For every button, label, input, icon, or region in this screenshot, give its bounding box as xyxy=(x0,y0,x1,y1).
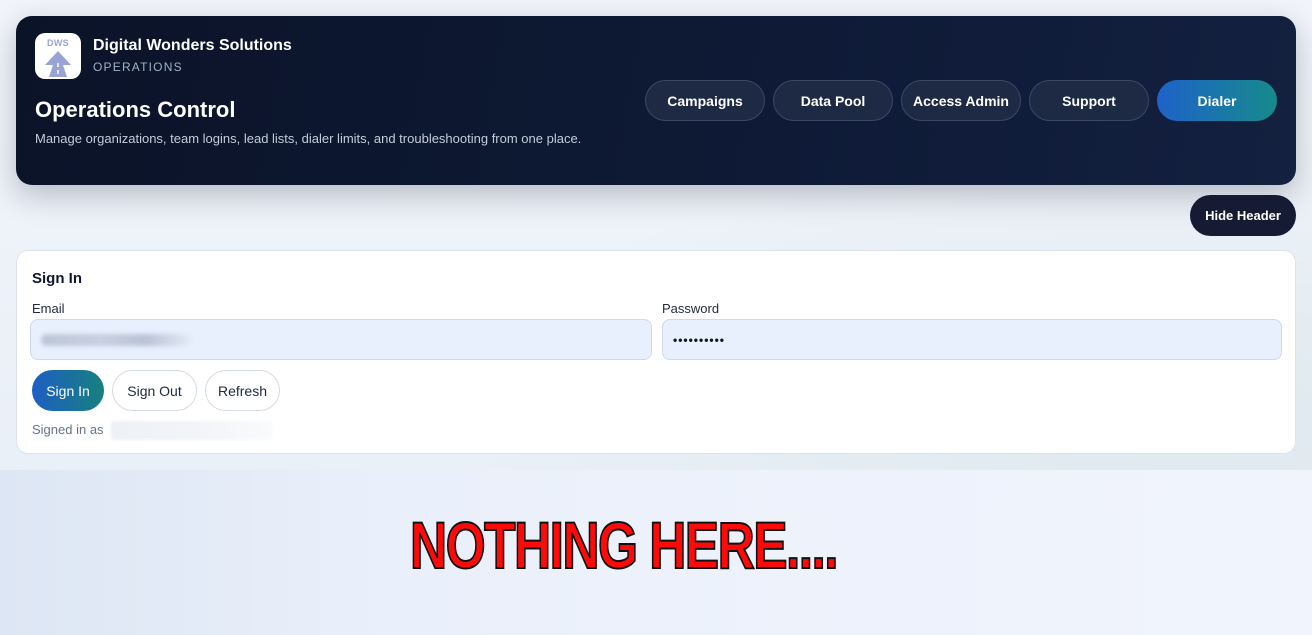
app-header: DWS Digital Wonders Solutions OPERATIONS… xyxy=(16,16,1296,185)
nav-campaigns-button[interactable]: Campaigns xyxy=(645,80,765,121)
nav-data-pool-button[interactable]: Data Pool xyxy=(773,80,893,121)
signed-in-status: Signed in as xyxy=(32,422,104,437)
page-description: Manage organizations, team logins, lead … xyxy=(35,131,582,146)
email-label: Email xyxy=(32,301,65,316)
email-field[interactable] xyxy=(30,319,652,360)
brand-subtitle: OPERATIONS xyxy=(93,60,183,74)
password-label: Password xyxy=(662,301,720,316)
redacted-user-value xyxy=(111,421,273,440)
sign-out-button[interactable]: Sign Out xyxy=(112,370,197,411)
sign-in-card: Sign In Email Password •••••••••• Sign I… xyxy=(16,250,1296,454)
password-value: •••••••••• xyxy=(673,332,726,347)
sign-in-button[interactable]: Sign In xyxy=(32,370,104,411)
brand-logo: DWS xyxy=(35,33,81,79)
redacted-email-value xyxy=(41,333,191,346)
hide-header-button[interactable]: Hide Header xyxy=(1190,195,1296,236)
brand-name: Digital Wonders Solutions xyxy=(93,37,292,54)
password-field[interactable]: •••••••••• xyxy=(662,319,1282,360)
sign-in-title: Sign In xyxy=(32,270,82,287)
logo-text: DWS xyxy=(47,38,69,48)
refresh-button[interactable]: Refresh xyxy=(205,370,280,411)
nav-access-admin-button[interactable]: Access Admin xyxy=(901,80,1021,121)
nav-dialer-button[interactable]: Dialer xyxy=(1157,80,1277,121)
road-arrow-icon xyxy=(45,51,71,77)
nothing-here-banner: NOTHING HERE.... xyxy=(409,508,839,582)
page-title: Operations Control xyxy=(35,97,236,122)
nav-support-button[interactable]: Support xyxy=(1029,80,1149,121)
